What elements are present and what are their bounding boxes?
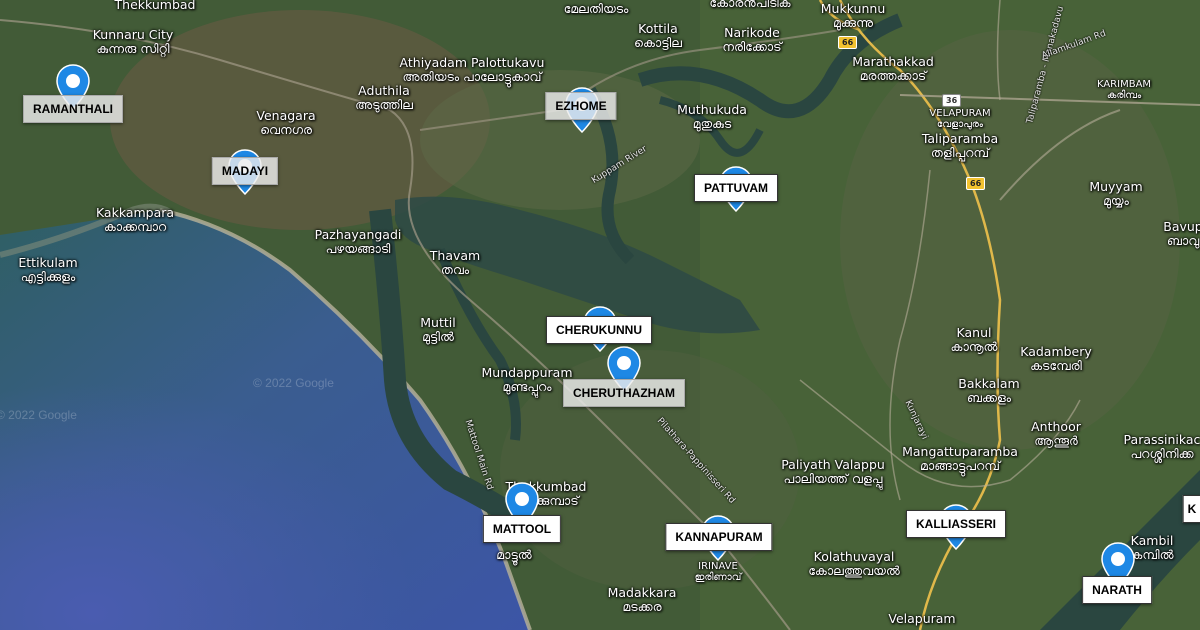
place-bavupa: Bavup ബാവു	[1163, 219, 1200, 248]
marker-label-cherukunnu[interactable]: CHERUKUNNU	[546, 316, 652, 344]
marker-label-ezhome[interactable]: EZHOME	[545, 92, 617, 120]
marker-label-madayi[interactable]: MADAYI	[211, 157, 279, 185]
marker-label-edge[interactable]: K	[1182, 495, 1200, 523]
place-muyyam: Muyyam മുയ്യം	[1089, 179, 1143, 208]
place-karimbam: KARIMBAM കരിമ്പം	[1096, 79, 1152, 101]
place-top-ml-2: കോരൻപീടിക	[709, 0, 791, 10]
place-madakkara: Madakkara മടക്കര	[607, 585, 677, 614]
place-paliyath-valappu: Paliyath Valappu പാലിയത്ത് വളപ്പു	[781, 457, 885, 486]
place-kottila: Kottila കൊട്ടില	[634, 21, 682, 50]
place-ettikulam: Ettikulam എട്ടിക്കുളം	[18, 255, 78, 284]
place-top-ml-1: മേലതിയടം	[563, 1, 629, 16]
place-athiyadam: Athiyadam Palottukavu അതിയടം പാലോട്ടുകാവ്	[399, 55, 545, 84]
marker-label-ramanthali[interactable]: RAMANTHALI	[23, 95, 123, 123]
place-kadambery: Kadambery കടമ്പേരി	[1020, 344, 1092, 373]
place-velapuram: Velapuram	[888, 611, 956, 626]
place-mukkunnu: Mukkunnu മുക്കുന്നു	[820, 1, 886, 30]
route-shield-nh66: 66	[838, 36, 858, 49]
route-shield-sh36: 36	[942, 94, 962, 107]
map-copyright-2: © 2022 Google	[0, 408, 77, 422]
place-kunnaru-city: Kunnaru City കുന്നരു സിറ്റി	[92, 27, 174, 56]
place-kambil: Kambil കമ്പിൽ	[1130, 533, 1174, 562]
place-bakkalam: Bakkalam ബക്കളം	[958, 376, 1020, 405]
place-mundappuram: Mundappuram മുണ്ടപ്പുറം	[481, 365, 573, 394]
marker-label-kalliasseri[interactable]: KALLIASSERI	[905, 510, 1007, 538]
place-kolathuvayal: Kolathuvayal കോലത്തുവയൽ	[808, 549, 900, 578]
place-kakkampara: Kakkampara കാക്കമ്പാറ	[95, 205, 175, 234]
place-irinave: IRINAVE ഇരിണാവ്	[694, 561, 742, 583]
place-mangattuparamba: Mangattuparamba മാങ്ങാട്ടുപറമ്പ്	[902, 444, 1018, 473]
place-kanul: Kanul കാനൂൽ	[950, 325, 998, 354]
place-parassinikadavu: Parassinikac പറശ്ശിനിക്ക	[1123, 432, 1200, 461]
marker-label-mattool[interactable]: MATTOOL	[482, 515, 562, 543]
marker-label-kannapuram[interactable]: KANNAPURAM	[665, 523, 773, 551]
map-copyright: © 2022 Google	[253, 376, 334, 390]
place-taliparamba: Taliparamba തളിപ്പറമ്പ്	[921, 131, 999, 160]
place-mattool-town: മാട്ടൂൽ	[496, 547, 532, 562]
place-muthukuda: Muthukuda മുതുകുട	[677, 102, 747, 131]
place-marathakkad: Marathakkad മരത്തക്കാട്	[852, 54, 934, 83]
place-narikode: Narikode നരിക്കോട്	[722, 25, 782, 54]
place-anthoor: Anthoor ആന്തൂർ	[1031, 419, 1081, 448]
route-shield-nh66-south: 66	[966, 177, 986, 190]
place-thavam: Thavam തവം	[429, 248, 481, 277]
marker-label-pattuvam[interactable]: PATTUVAM	[694, 174, 778, 202]
place-venagara: Venagara വെനഗര	[256, 108, 316, 137]
marker-label-narath[interactable]: NARATH	[1082, 576, 1152, 604]
place-thekkumbad-north: Thekkumbad	[114, 0, 196, 12]
place-velapuram-north: VELAPURAM വേളാപുരം	[929, 108, 991, 130]
place-aduthila: Aduthila അടുത്തില	[355, 83, 413, 112]
map-view[interactable]: Thekkumbad Kunnaru City കുന്നരു സിറ്റി At…	[0, 0, 1200, 630]
marker-label-cheruthazham[interactable]: CHERUTHAZHAM	[563, 379, 685, 407]
place-muttil: Muttil മുട്ടിൽ	[420, 315, 456, 344]
place-pazhayangadi: Pazhayangadi പഴയങ്ങാടി	[314, 227, 402, 256]
